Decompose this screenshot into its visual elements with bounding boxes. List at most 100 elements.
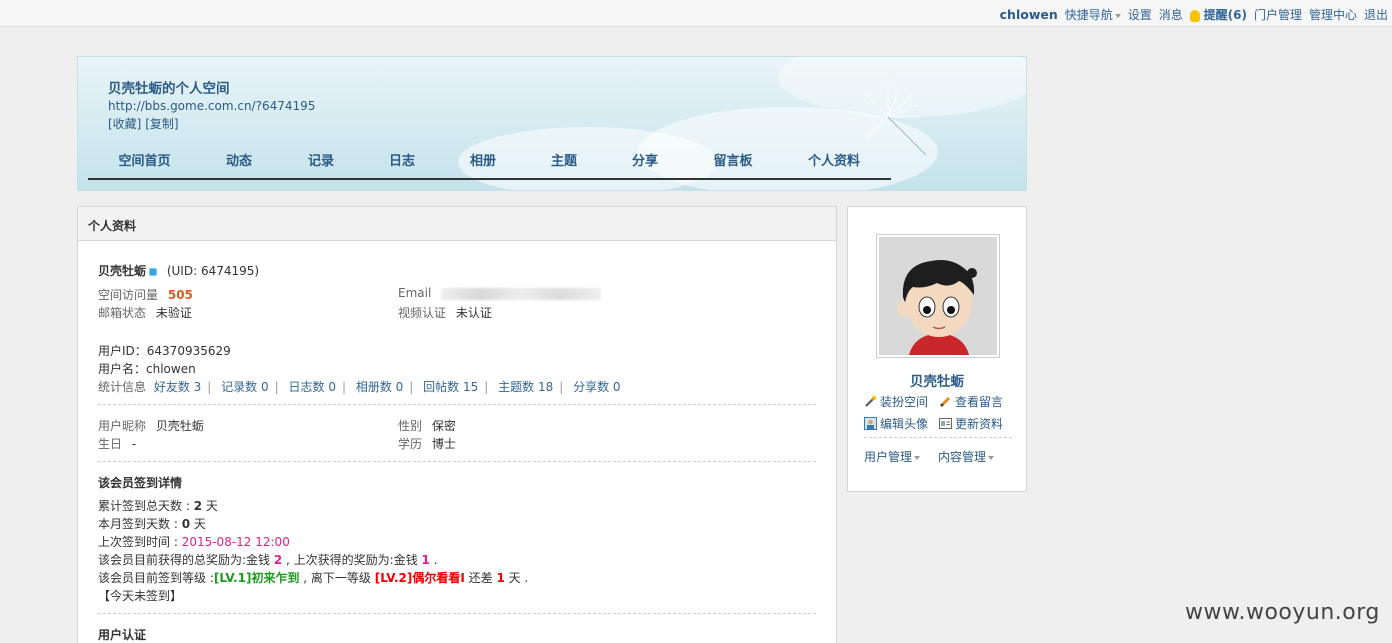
signin-level-mid: , 离下一等级 [299, 571, 375, 585]
signin-last: 上次签到时间 : 2015-08-12 12:00 [98, 533, 290, 550]
top-bar: chlowen 快捷导航 设置 消息 提醒(6) 门户管理 管理中心 退出 [0, 0, 1392, 27]
divider [98, 461, 816, 462]
magic-wand-icon [865, 396, 876, 407]
username-link[interactable]: chlowen [1000, 7, 1058, 22]
profile-uid: (UID: 6474195) [166, 264, 260, 278]
nickname-value: 贝壳牡蛎 [155, 419, 204, 433]
chevron-down-icon [988, 455, 995, 460]
stat-threads[interactable]: 主题数 18 [498, 380, 553, 394]
divider [864, 437, 1012, 438]
avatar[interactable] [876, 234, 1000, 358]
user-id: 用户ID：64370935629 [98, 344, 231, 358]
signin-level-current: [LV.1]初来乍到 [213, 571, 300, 585]
signin-total-label: 累计签到总天数 : [98, 499, 194, 513]
birthday-label: 生日 [98, 437, 123, 451]
space-nav: 空间首页 动态 记录 日志 相册 主题 分享 留言板 个人资料 [88, 153, 891, 180]
stats-label: 统计信息 [98, 380, 147, 394]
user-admin-menu[interactable]: 用户管理 [864, 448, 921, 465]
quick-nav-menu[interactable]: 快捷导航 [1065, 6, 1121, 23]
copy-link[interactable]: [复制] [145, 117, 178, 131]
logout-link[interactable]: 退出 [1364, 6, 1388, 23]
video-status: 未认证 [455, 306, 492, 320]
stat-friends[interactable]: 好友数 3 [154, 380, 201, 394]
divider [98, 613, 816, 614]
tab-space-home[interactable]: 空间首页 [88, 153, 201, 177]
tab-profile[interactable]: 个人资料 [777, 153, 891, 177]
tab-activity[interactable]: 动态 [201, 153, 277, 177]
watermark: www.wooyun.org [1185, 600, 1380, 625]
admin-center-link[interactable]: 管理中心 [1309, 6, 1357, 23]
verified-badge-icon [149, 267, 158, 276]
signin-level-next: [LV.2]偶尔看看I [374, 571, 465, 585]
email-label: Email [398, 286, 432, 300]
education-label: 学历 [398, 437, 423, 451]
birthday-row: 生日 - [98, 435, 136, 452]
cartoon-avatar-icon [879, 237, 997, 355]
tab-blog[interactable]: 日志 [365, 153, 439, 177]
space-banner: 贝壳牡蛎的个人空间 http://bbs.gome.com.cn/?647419… [77, 56, 1027, 191]
signin-total-value: 2 [193, 499, 203, 513]
signin-total-unit: 天 [202, 499, 218, 513]
email-redacted [441, 287, 602, 300]
profile-panel: 个人资料 贝壳牡蛎 (UID: 6474195) 空间访问量 505 Email… [77, 206, 837, 643]
education-value: 博士 [431, 437, 456, 451]
chevron-down-icon [914, 455, 921, 460]
stat-blogs[interactable]: 日志数 0 [289, 380, 336, 394]
messages-link[interactable]: 消息 [1159, 6, 1183, 23]
stat-replies[interactable]: 回帖数 15 [423, 380, 478, 394]
visits-count: 505 [167, 288, 193, 302]
signin-reward-prefix: 该会员目前获得的总奖励为:金钱 [98, 553, 274, 567]
email-status-row: 邮箱状态 未验证 [98, 304, 192, 321]
decorate-space-button[interactable]: 装扮空间 [864, 393, 928, 410]
signin-reward-last: 1 [421, 553, 430, 567]
panel-header: 个人资料 [78, 207, 836, 241]
profile-name: 贝壳牡蛎 [98, 264, 147, 278]
dandelion-icon [857, 85, 927, 156]
side-panel: 贝壳牡蛎 装扮空间 查看留言 编辑头像 更新资料 用户管理 内容管理 [847, 206, 1027, 492]
signin-month-value: 0 [181, 517, 191, 531]
reminders-label: 提醒(6) [1203, 8, 1247, 22]
stat-shares[interactable]: 分享数 0 [573, 380, 620, 394]
signin-reward-mid: , 上次获得的奖励为:金钱 [282, 553, 422, 567]
decorate-label: 装扮空间 [880, 395, 929, 409]
pencil-icon [939, 396, 951, 408]
content-admin-label: 内容管理 [938, 450, 987, 464]
signin-last-value: 2015-08-12 12:00 [181, 535, 290, 549]
tab-records[interactable]: 记录 [277, 153, 365, 177]
bookmark-link[interactable]: [收藏] [108, 117, 141, 131]
email-status-label: 邮箱状态 [98, 306, 147, 320]
signin-last-label: 上次签到时间 : [98, 535, 182, 549]
gender-value: 保密 [431, 419, 456, 433]
tab-threads[interactable]: 主题 [527, 153, 601, 177]
view-messages-button[interactable]: 查看留言 [939, 393, 1003, 410]
reminders-link[interactable]: 提醒(6) [1189, 6, 1247, 23]
signin-month-label: 本月签到天数 : [98, 517, 182, 531]
email-row: Email [398, 286, 602, 300]
signin-level-diff: 1 [496, 571, 505, 585]
space-links: [收藏] [复制] [108, 115, 179, 132]
edit-avatar-button[interactable]: 编辑头像 [864, 415, 928, 432]
tab-guestbook[interactable]: 留言板 [689, 153, 777, 177]
lightbulb-icon [1189, 9, 1200, 22]
signin-reward-end: . [429, 553, 438, 567]
gender-label: 性别 [398, 419, 423, 433]
signin-today: 【今天未签到】 [98, 589, 183, 603]
avatar-image [879, 237, 997, 355]
stat-records[interactable]: 记录数 0 [221, 380, 268, 394]
space-title[interactable]: 贝壳牡蛎的个人空间 [108, 77, 230, 97]
user-admin-label: 用户管理 [864, 450, 913, 464]
settings-link[interactable]: 设置 [1128, 6, 1152, 23]
tab-album[interactable]: 相册 [439, 153, 527, 177]
edit-avatar-label: 编辑头像 [880, 417, 929, 431]
content-admin-menu[interactable]: 内容管理 [938, 448, 995, 465]
tab-share[interactable]: 分享 [601, 153, 689, 177]
stat-albums[interactable]: 相册数 0 [356, 380, 403, 394]
update-profile-button[interactable]: 更新资料 [939, 415, 1003, 432]
education-row: 学历 博士 [398, 435, 456, 452]
visits-row: 空间访问量 505 [98, 286, 193, 303]
space-url[interactable]: http://bbs.gome.com.cn/?6474195 [108, 99, 315, 113]
portal-admin-link[interactable]: 门户管理 [1254, 6, 1302, 23]
side-username[interactable]: 贝壳牡蛎 [848, 370, 1026, 390]
stats-row: 统计信息 好友数 3 | 记录数 0 | 日志数 0 | 相册数 0 | 回帖数 15 |… [98, 380, 621, 394]
signin-level: 该会员目前签到等级 :[LV.1]初来乍到 , 离下一等级 [LV.2]偶尔看看… [98, 569, 528, 586]
